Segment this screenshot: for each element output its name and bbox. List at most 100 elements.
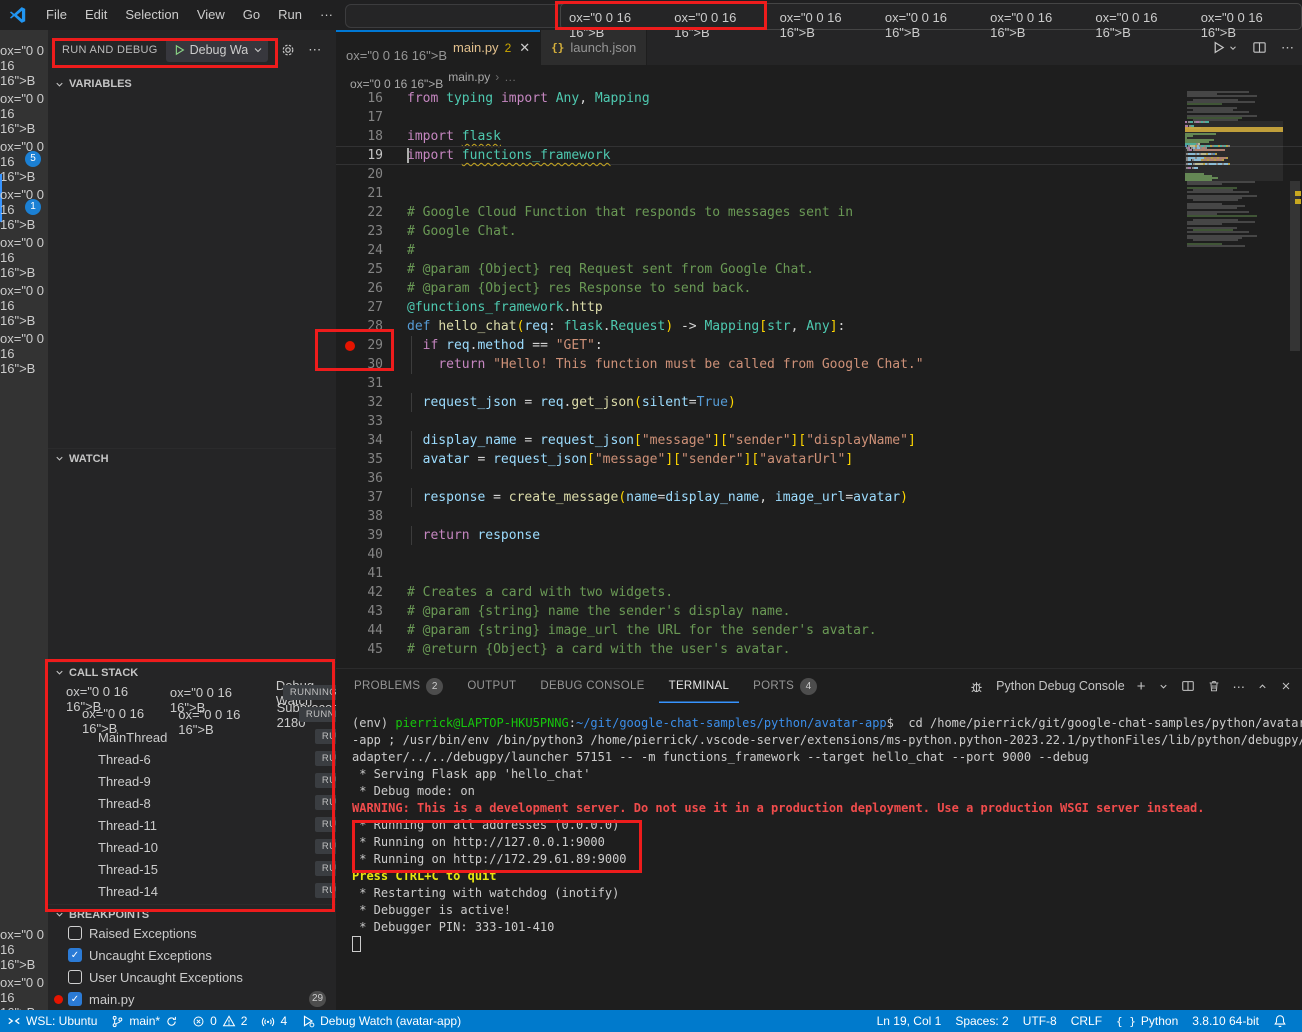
git-branch-indicator[interactable]: main* (104, 1010, 185, 1032)
line-number[interactable]: 32 (336, 393, 407, 412)
callstack-row[interactable]: ox="0 0 16 16">Box="0 0 16 16">BSubproce… (48, 704, 336, 726)
panel-tab-debug-console[interactable]: DEBUG CONSOLE (530, 669, 654, 703)
terminal-output[interactable]: (env) pierrick@LAPTOP-HKU5PNNG:~/git/goo… (352, 715, 1292, 955)
code-line[interactable]: 44# @param {string} image_url the URL fo… (336, 621, 1302, 640)
callstack-row[interactable]: Thread-14RUNNING (48, 880, 336, 902)
code-line[interactable]: 35 avatar = request_json["message"]["sen… (336, 450, 1302, 469)
activitybar-testing[interactable]: ox="0 0 16 16">B (0, 318, 48, 366)
step-over-icon[interactable]: ox="0 0 16 16">B (780, 0, 872, 40)
minimap[interactable] (1185, 91, 1283, 251)
line-number[interactable]: 21 (336, 184, 407, 203)
ports-indicator[interactable]: 4 (254, 1010, 294, 1032)
line-number[interactable]: 40 (336, 545, 407, 564)
line-number[interactable]: 35 (336, 450, 407, 469)
code-line[interactable]: 18import flask (336, 127, 1302, 146)
line-number[interactable]: 30 (336, 355, 407, 374)
language-mode[interactable]: { }Python (1109, 1010, 1185, 1032)
code-line[interactable]: 23# Google Chat. (336, 222, 1302, 241)
indentation[interactable]: Spaces: 2 (948, 1010, 1015, 1032)
line-number[interactable]: 44 (336, 621, 407, 640)
code-line[interactable]: 40 (336, 545, 1302, 564)
code-editor[interactable]: 16from typing import Any, Mapping1718imp… (336, 89, 1302, 698)
pause-icon[interactable]: ox="0 0 16 16">B (674, 0, 766, 40)
checkbox[interactable] (68, 926, 82, 940)
activitybar-settings[interactable]: ox="0 0 16 16">B (0, 962, 48, 1010)
code-line[interactable]: 22# Google Cloud Function that responds … (336, 203, 1302, 222)
line-number[interactable]: 36 (336, 469, 407, 488)
terminal-instance-label[interactable]: Python Debug Console (996, 679, 1125, 693)
line-number[interactable]: 23 (336, 222, 407, 241)
kill-terminal-icon[interactable] (1207, 679, 1221, 693)
chevron-up-icon[interactable] (1257, 681, 1268, 692)
line-number[interactable]: 18 (336, 127, 407, 146)
line-number[interactable]: 45 (336, 640, 407, 659)
menu-selection[interactable]: Selection (116, 7, 187, 22)
line-number[interactable]: 38 (336, 507, 407, 526)
line-number[interactable]: 34 (336, 431, 407, 450)
callstack-row[interactable]: Thread-9RUNNING (48, 770, 336, 792)
callstack-row[interactable]: Thread-6RUNNING (48, 748, 336, 770)
debug-settings-gear-icon[interactable] (280, 42, 296, 58)
menu-view[interactable]: View (188, 7, 234, 22)
line-number[interactable]: 25 (336, 260, 407, 279)
panel-tab-problems[interactable]: PROBLEMS2 (344, 669, 453, 703)
python-interpreter[interactable]: 3.8.10 64-bit (1185, 1010, 1266, 1032)
line-number[interactable]: 43 (336, 602, 407, 621)
code-line[interactable]: 24# (336, 241, 1302, 260)
code-line[interactable]: 42# Creates a card with two widgets. (336, 583, 1302, 602)
breakpoint-row[interactable]: ✓Uncaught Exceptions (48, 944, 336, 966)
code-line[interactable]: 20 (336, 165, 1302, 184)
callstack-row[interactable]: MainThreadRUNNING (48, 726, 336, 748)
watch-section-header[interactable]: WATCH (48, 448, 336, 468)
run-python-file-button[interactable] (1211, 40, 1238, 55)
encoding[interactable]: UTF-8 (1016, 1010, 1064, 1032)
code-line[interactable]: 33 (336, 412, 1302, 431)
code-line[interactable]: 34 display_name = request_json["message"… (336, 431, 1302, 450)
eol-sequence[interactable]: CRLF (1064, 1010, 1109, 1032)
code-line[interactable]: 25# @param {Object} req Request sent fro… (336, 260, 1302, 279)
code-line[interactable]: 45# @return {Object} a card with the use… (336, 640, 1302, 659)
menu-edit[interactable]: Edit (76, 7, 116, 22)
line-number[interactable]: 29 (336, 336, 407, 355)
panel-tab-ports[interactable]: PORTS4 (743, 669, 827, 703)
code-line[interactable]: 28def hello_chat(req: flask.Request) -> … (336, 317, 1302, 336)
breakpoints-section-header[interactable]: BREAKPOINTS (48, 904, 336, 924)
checkbox[interactable]: ✓ (68, 948, 82, 962)
problems-indicator[interactable]: 0 2 (185, 1010, 254, 1032)
code-line[interactable]: 36 (336, 469, 1302, 488)
line-number[interactable]: 16 (336, 89, 407, 108)
cursor-position[interactable]: Ln 19, Col 1 (870, 1010, 949, 1032)
callstack-row[interactable]: Thread-8RUNNING (48, 792, 336, 814)
remote-indicator[interactable]: WSL: Ubuntu (0, 1010, 104, 1032)
restart-icon[interactable]: ox="0 0 16 16">B (1095, 0, 1187, 40)
start-debug-icon[interactable] (172, 43, 186, 57)
panel-tab-output[interactable]: OUTPUT (457, 669, 526, 703)
split-terminal-icon[interactable] (1181, 679, 1195, 693)
checkbox[interactable]: ✓ (68, 992, 82, 1006)
stop-icon[interactable]: ox="0 0 16 16">B (1201, 0, 1293, 40)
menu-run[interactable]: Run (269, 7, 311, 22)
new-terminal-icon[interactable]: + (1137, 678, 1146, 695)
line-number[interactable]: 19 (336, 146, 407, 165)
notifications-bell-icon[interactable] (1266, 1010, 1294, 1032)
chevron-down-icon[interactable] (1158, 681, 1169, 692)
line-number[interactable]: 37 (336, 488, 407, 507)
code-line[interactable]: 21 (336, 184, 1302, 203)
line-number[interactable]: 26 (336, 279, 407, 298)
editor-more-actions-icon[interactable]: ⋯ (1281, 40, 1294, 56)
panel-tab-terminal[interactable]: TERMINAL (659, 669, 740, 703)
line-number[interactable]: 24 (336, 241, 407, 260)
code-line[interactable]: 32 request_json = req.get_json(silent=Tr… (336, 393, 1302, 412)
split-editor-icon[interactable] (1252, 40, 1267, 55)
line-number[interactable]: 20 (336, 165, 407, 184)
close-tab-icon[interactable]: ✕ (519, 40, 530, 56)
sidebar-more-actions-icon[interactable]: ⋯ (308, 42, 321, 58)
code-line[interactable]: 39 return response (336, 526, 1302, 545)
step-into-icon[interactable]: ox="0 0 16 16">B (885, 0, 977, 40)
breakpoint-row[interactable]: ✓main.py29 (48, 988, 336, 1010)
code-line[interactable]: 43# @param {string} name the sender's di… (336, 602, 1302, 621)
editor-scrollbar[interactable] (1288, 89, 1302, 698)
code-line[interactable]: 30 return "Hello! This function must be … (336, 355, 1302, 374)
callstack-row[interactable]: Thread-15RUNNING (48, 858, 336, 880)
code-line[interactable]: 37 response = create_message(name=displa… (336, 488, 1302, 507)
